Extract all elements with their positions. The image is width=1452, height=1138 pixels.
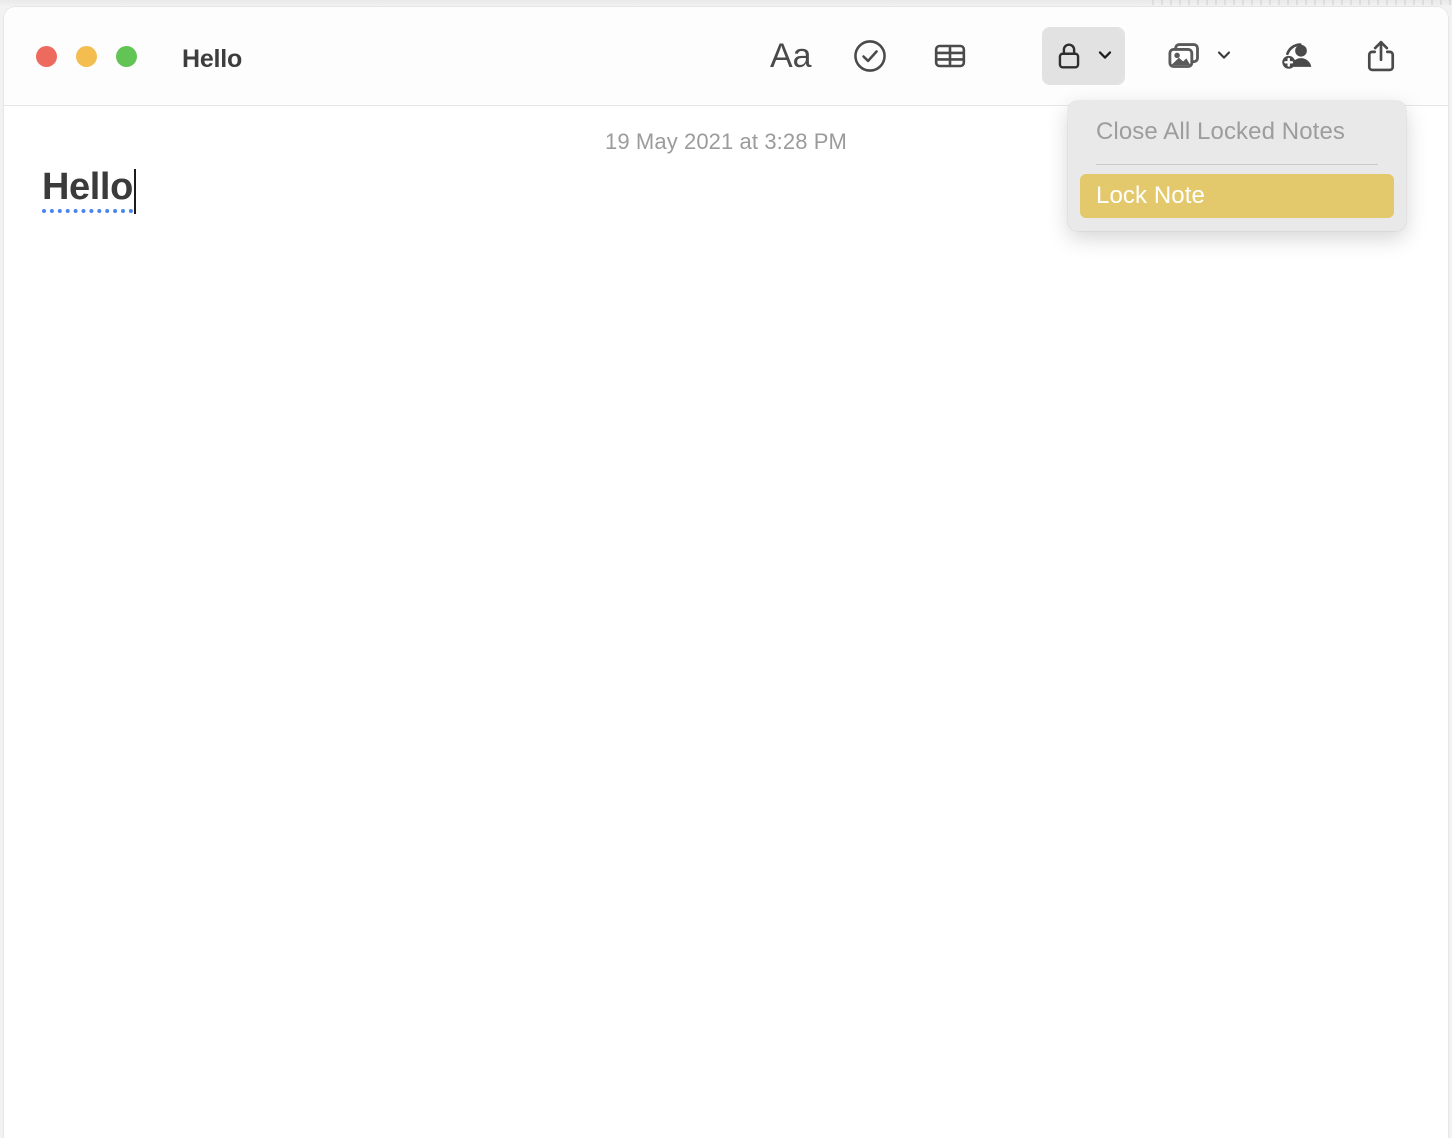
close-window-button[interactable] <box>36 46 57 67</box>
chevron-down-icon <box>1214 45 1234 68</box>
window-controls <box>36 46 137 67</box>
maximize-window-button[interactable] <box>116 46 137 67</box>
add-people-button[interactable] <box>1268 27 1328 85</box>
format-aa-icon: Aa <box>770 37 812 75</box>
notes-window: Hello Aa 19 May 2021 at 3:28 PM Hello Cl… <box>4 7 1448 1138</box>
background-menubar-hint <box>1152 0 1452 5</box>
checklist-icon <box>851 37 889 75</box>
share-button[interactable] <box>1352 27 1410 85</box>
media-icon <box>1163 35 1205 77</box>
format-button[interactable]: Aa <box>760 27 822 85</box>
share-icon <box>1362 37 1400 75</box>
toolbar: Aa <box>760 26 1410 86</box>
chevron-down-icon <box>1095 45 1115 68</box>
text-caret <box>133 169 136 214</box>
lock-dropdown-menu: Close All Locked Notes Lock Note <box>1068 101 1406 231</box>
checklist-button[interactable] <box>841 27 899 85</box>
window-title: Hello <box>182 45 243 73</box>
lock-button[interactable] <box>1041 27 1125 85</box>
menu-item-close-all-locked-notes: Close All Locked Notes <box>1096 118 1345 145</box>
lock-icon <box>1052 39 1086 73</box>
menu-item-lock-note[interactable]: Lock Note <box>1080 174 1394 218</box>
table-button[interactable] <box>920 27 980 85</box>
app-root: Hello Aa 19 May 2021 at 3:28 PM Hello Cl… <box>0 0 1452 1138</box>
menu-separator <box>1096 164 1378 165</box>
note-title-text[interactable]: Hello <box>42 167 133 213</box>
table-icon <box>930 36 970 76</box>
note-title-line[interactable]: Hello <box>42 167 136 214</box>
add-person-icon <box>1278 36 1318 76</box>
minimize-window-button[interactable] <box>76 46 97 67</box>
media-button[interactable] <box>1153 27 1244 85</box>
note-body[interactable]: 19 May 2021 at 3:28 PM Hello <box>4 106 1448 1138</box>
window-titlebar: Hello Aa <box>4 7 1448 106</box>
